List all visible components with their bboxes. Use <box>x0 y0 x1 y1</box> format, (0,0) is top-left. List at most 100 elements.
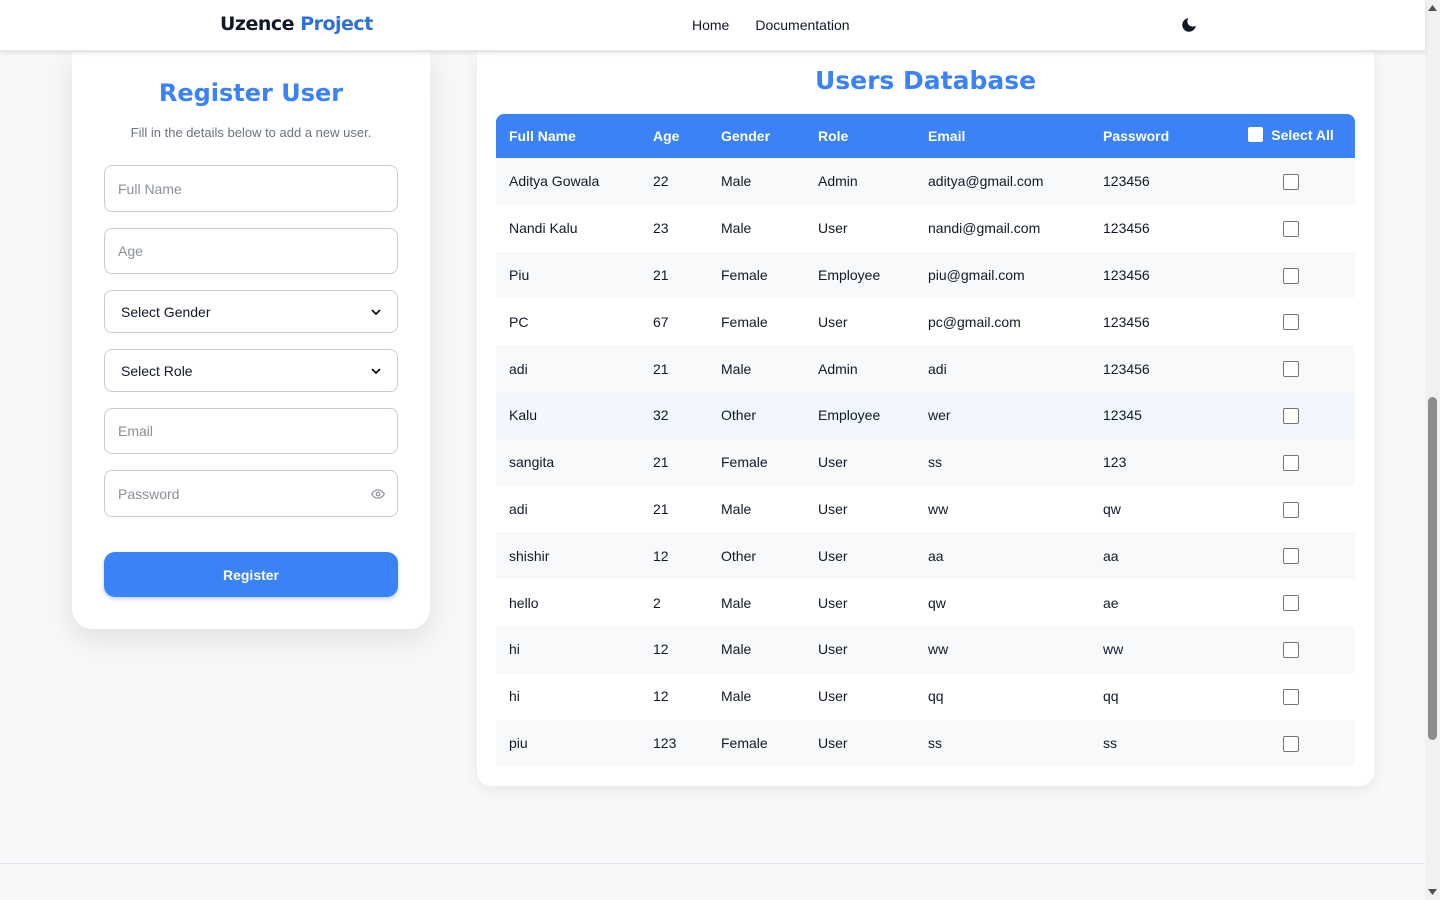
cell-email: aa <box>928 547 944 564</box>
age-input[interactable] <box>104 228 398 274</box>
row-select-checkbox[interactable] <box>1283 314 1299 331</box>
cell-role: Admin <box>818 173 858 190</box>
cell-full-name: piu <box>509 734 528 751</box>
cell-age: 21 <box>653 500 669 517</box>
cell-role: User <box>818 734 848 751</box>
cell-role: User <box>818 454 848 471</box>
cell-password: ss <box>1103 734 1117 751</box>
cell-email: pc@gmail.com <box>928 313 1021 330</box>
users-table: Full Name Age Gender Role Email Password… <box>496 114 1355 767</box>
gender-select[interactable]: Select Gender <box>104 290 398 333</box>
cell-password: qw <box>1103 500 1121 517</box>
password-field-wrapper <box>104 470 398 517</box>
brand-name-part1: Uzence <box>220 13 295 35</box>
table-row: hi 12 Male User qq qq <box>496 672 1355 720</box>
page-scrollbar[interactable] <box>1425 0 1440 900</box>
row-select-checkbox[interactable] <box>1283 174 1299 191</box>
cell-gender: Other <box>721 547 757 564</box>
cell-gender: Male <box>721 220 752 237</box>
main-nav: Home Documentation <box>692 17 850 33</box>
cell-email: piu@gmail.com <box>928 266 1025 283</box>
select-all-checkbox[interactable] <box>1248 127 1264 143</box>
table-row: Piu 21 Female Employee piu@gmail.com 123456 <box>496 251 1355 299</box>
row-select-checkbox[interactable] <box>1283 595 1299 612</box>
cell-full-name: PC <box>509 313 529 330</box>
row-select-checkbox[interactable] <box>1283 501 1299 518</box>
cell-full-name: shishir <box>509 547 550 564</box>
table-row: PC 67 Female User pc@gmail.com 123456 <box>496 298 1355 346</box>
cell-gender: Male <box>721 641 752 658</box>
cell-select <box>1227 673 1355 720</box>
cell-age: 32 <box>653 407 669 424</box>
cell-role: Employee <box>818 266 881 283</box>
email-input[interactable] <box>104 408 398 454</box>
column-header-gender: Gender <box>721 128 771 144</box>
password-input[interactable] <box>104 470 398 517</box>
column-header-password: Password <box>1103 128 1170 144</box>
cell-gender: Male <box>721 594 752 611</box>
nav-documentation-link[interactable]: Documentation <box>755 17 849 33</box>
cell-email: ss <box>928 454 942 471</box>
cell-select <box>1227 486 1355 533</box>
cell-full-name: adi <box>509 500 528 517</box>
column-header-select-all: Select All <box>1227 114 1355 158</box>
scroll-down-arrow-icon[interactable] <box>1428 889 1437 895</box>
role-select[interactable]: Select Role <box>104 349 398 392</box>
cell-age: 21 <box>653 360 669 377</box>
cell-age: 23 <box>653 220 669 237</box>
eye-icon[interactable] <box>371 487 385 501</box>
row-select-checkbox[interactable] <box>1283 642 1299 659</box>
column-header-email: Email <box>928 128 966 144</box>
cell-email: wer <box>928 407 951 424</box>
cell-password: qq <box>1103 688 1119 705</box>
cell-select <box>1227 158 1355 205</box>
row-select-checkbox[interactable] <box>1283 548 1299 565</box>
row-select-checkbox[interactable] <box>1283 735 1299 752</box>
register-button[interactable]: Register <box>104 552 398 597</box>
cell-age: 22 <box>653 173 669 190</box>
cell-gender: Other <box>721 407 757 424</box>
cell-gender: Female <box>721 266 768 283</box>
cell-password: 123 <box>1103 454 1127 471</box>
scrollbar-thumb[interactable] <box>1428 397 1437 740</box>
cell-full-name: Piu <box>509 266 530 283</box>
cell-email: ss <box>928 734 942 751</box>
nav-home-link[interactable]: Home <box>692 17 729 33</box>
cell-password: ae <box>1103 594 1119 611</box>
cell-select <box>1227 205 1355 252</box>
row-select-checkbox[interactable] <box>1283 220 1299 237</box>
users-database-title: Users Database <box>814 66 1037 95</box>
cell-age: 123 <box>653 734 677 751</box>
row-select-checkbox[interactable] <box>1283 267 1299 284</box>
row-select-checkbox[interactable] <box>1283 688 1299 705</box>
table-header-row: Full Name Age Gender Role Email Password… <box>496 114 1355 158</box>
cell-password: 123456 <box>1103 360 1150 377</box>
cell-select <box>1227 298 1355 345</box>
gender-select-value: Select Gender <box>121 303 211 320</box>
cell-full-name: Aditya Gowala <box>509 173 600 190</box>
cell-age: 12 <box>653 688 669 705</box>
column-header-age: Age <box>653 128 680 144</box>
table-row: hello 2 Male User qw ae <box>496 579 1355 626</box>
row-select-checkbox[interactable] <box>1283 408 1299 425</box>
cell-full-name: hi <box>509 641 520 658</box>
column-header-role: Role <box>818 128 849 144</box>
moon-icon[interactable] <box>1180 16 1198 34</box>
cell-select <box>1227 626 1355 673</box>
cell-age: 21 <box>653 454 669 471</box>
table-row: piu 123 Female User ss ss <box>496 719 1355 767</box>
full-name-input[interactable] <box>104 165 398 212</box>
row-select-checkbox[interactable] <box>1283 361 1299 378</box>
cell-select <box>1227 720 1355 767</box>
scroll-up-arrow-icon[interactable] <box>1428 5 1437 11</box>
row-select-checkbox[interactable] <box>1283 454 1299 471</box>
cell-email: ww <box>928 641 949 658</box>
brand-logo[interactable]: Uzence Project <box>220 13 373 35</box>
users-database-card: Users Database Full Name Age Gender Role… <box>477 52 1374 786</box>
cell-gender: Male <box>721 500 752 517</box>
cell-password: 123456 <box>1103 173 1150 190</box>
column-header-full-name: Full Name <box>509 128 576 144</box>
cell-role: User <box>818 641 848 658</box>
cell-gender: Male <box>721 688 752 705</box>
cell-password: 123456 <box>1103 266 1150 283</box>
